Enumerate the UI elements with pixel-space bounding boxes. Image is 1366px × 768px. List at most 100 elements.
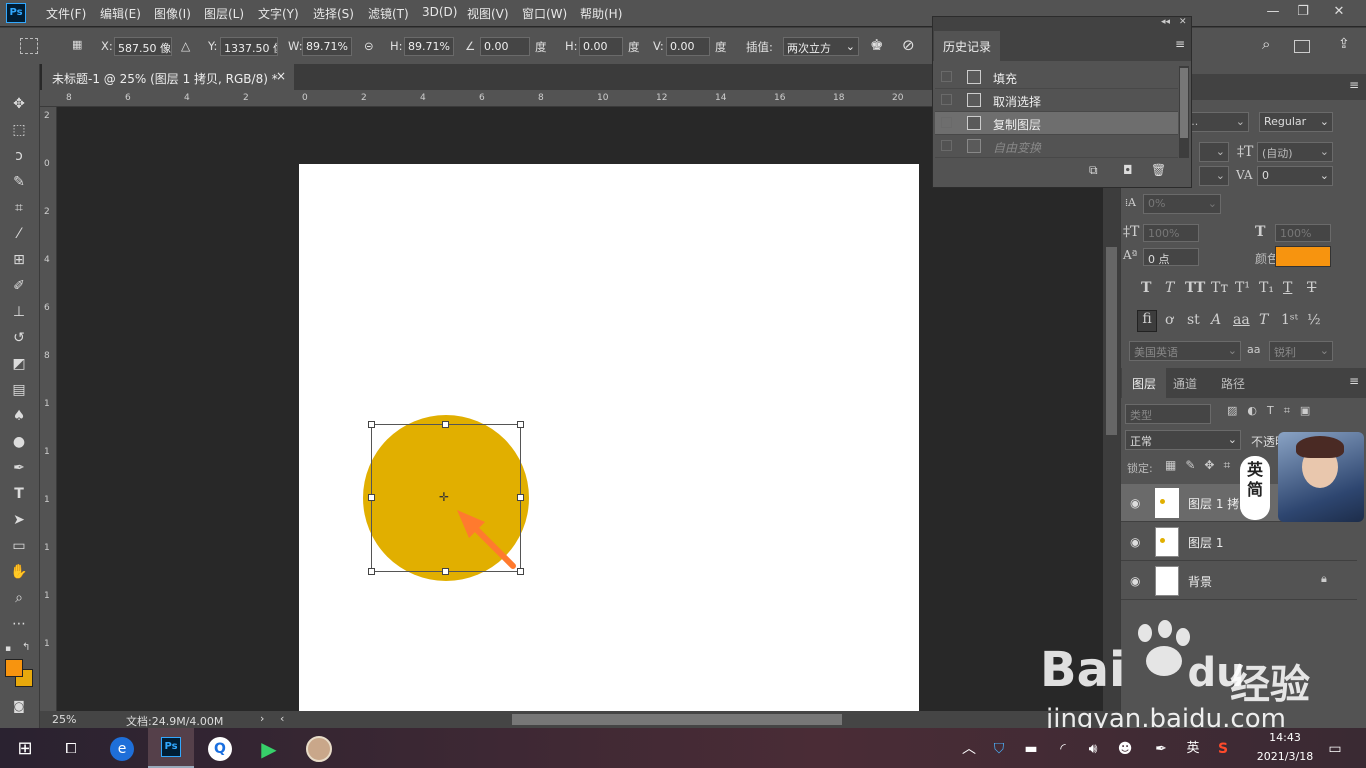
w-input[interactable]: 89.71%: [302, 37, 352, 56]
language-select[interactable]: 美国英语 ⌄: [1129, 341, 1241, 361]
interpolation-select[interactable]: 两次立方 ⌄: [783, 37, 859, 56]
titling-icon[interactable]: aa: [1233, 312, 1250, 328]
lasso-tool-icon[interactable]: ↄ: [8, 146, 30, 166]
reference-point-icon[interactable]: ▦: [72, 38, 90, 54]
history-checkbox[interactable]: [941, 71, 952, 82]
old-style-icon[interactable]: ơ: [1165, 312, 1173, 328]
scroll-left-icon[interactable]: ‹: [280, 712, 284, 725]
crop-tool-icon[interactable]: ⌗: [8, 198, 30, 218]
superscript-icon[interactable]: T¹: [1235, 280, 1250, 296]
clock-time[interactable]: 14:43: [1250, 731, 1320, 744]
marquee-tool-icon[interactable]: ⬚: [8, 120, 30, 140]
all-caps-icon[interactable]: TT: [1185, 280, 1205, 296]
ligatures-icon[interactable]: fi: [1137, 310, 1157, 332]
ornaments-icon[interactable]: T: [1259, 312, 1268, 328]
ordinals-icon[interactable]: 1ˢᵗ: [1281, 312, 1298, 328]
gradient-tool-icon[interactable]: ▤: [8, 380, 30, 400]
leading-select[interactable]: (自动) ⌄: [1257, 142, 1333, 162]
minimize-button[interactable]: —: [1262, 3, 1284, 21]
shape-tool-icon[interactable]: ▭: [8, 536, 30, 556]
tsume-select[interactable]: 0% ⌄: [1143, 194, 1221, 214]
pen-tool-icon[interactable]: ✒: [8, 458, 30, 478]
vertical-scroll-thumb[interactable]: [1106, 247, 1117, 435]
h-input[interactable]: 89.71%: [404, 37, 454, 56]
document-canvas[interactable]: ✛: [299, 164, 919, 711]
blur-tool-icon[interactable]: ♠: [8, 406, 30, 426]
transform-handle[interactable]: [442, 421, 449, 428]
angle-input[interactable]: 0.00: [480, 37, 530, 56]
transform-handle[interactable]: [368, 568, 375, 575]
transform-handle[interactable]: [442, 568, 449, 575]
tab-layers[interactable]: 图层: [1122, 368, 1166, 398]
quick-mask-icon[interactable]: ◙: [8, 696, 30, 716]
kerning-select[interactable]: ⌄: [1199, 166, 1229, 186]
visibility-eye-icon[interactable]: ◉: [1130, 574, 1140, 588]
canvas-area[interactable]: ✛: [57, 107, 1103, 711]
delta-icon[interactable]: △: [181, 39, 190, 53]
menu-edit[interactable]: 编辑(E): [100, 5, 141, 22]
menu-select[interactable]: 选择(S): [313, 5, 354, 22]
collapse-panel-icon[interactable]: ◂◂: [1161, 17, 1170, 27]
stylistic-icon[interactable]: A: [1211, 312, 1221, 328]
history-item-selected[interactable]: 复制图层: [935, 112, 1178, 135]
font-size-select[interactable]: ⌄: [1199, 142, 1229, 162]
subscript-icon[interactable]: T₁: [1259, 280, 1274, 296]
trash-icon[interactable]: 🗑︎: [1151, 163, 1166, 177]
blend-mode-select[interactable]: 正常 ⌄: [1125, 430, 1241, 450]
menu-help[interactable]: 帮助(H): [580, 5, 622, 22]
warp-icon[interactable]: ♚: [870, 36, 883, 54]
task-view-icon[interactable]: ⧠: [58, 736, 84, 762]
lock-icons[interactable]: ▦✎✥⌗: [1165, 458, 1239, 473]
more-tools-icon[interactable]: ⋯: [8, 614, 30, 634]
menu-window[interactable]: 窗口(W): [522, 5, 567, 22]
battery-icon[interactable]: ▬: [1018, 736, 1044, 762]
text-color-swatch[interactable]: [1275, 246, 1331, 267]
transform-handle[interactable]: [517, 494, 524, 501]
menu-filter[interactable]: 滤镜(T): [368, 5, 409, 22]
zoom-level[interactable]: 25%: [52, 713, 76, 726]
history-checkbox[interactable]: [941, 117, 952, 128]
layer-row[interactable]: ◉ 图层 1: [1121, 523, 1357, 561]
layer-filter-icons[interactable]: ▨◐T⌗▣: [1227, 404, 1320, 418]
history-menu-icon[interactable]: ≡: [1175, 37, 1185, 51]
browser-q-icon[interactable]: Q: [208, 737, 232, 761]
user-avatar-icon[interactable]: [306, 736, 332, 762]
menu-view[interactable]: 视图(V): [467, 5, 509, 22]
pen-icon[interactable]: ✒: [1148, 736, 1174, 762]
faux-bold-icon[interactable]: T: [1141, 280, 1151, 296]
horizontal-scroll-thumb[interactable]: [512, 714, 842, 725]
y-input[interactable]: 1337.50 像: [220, 37, 278, 56]
volume-icon[interactable]: 🔊︎: [1080, 736, 1106, 762]
security-shield-icon[interactable]: ⛉: [986, 736, 1012, 762]
ime-indicator[interactable]: 英 简: [1240, 456, 1270, 520]
taskbar-ime[interactable]: 英: [1180, 736, 1206, 762]
zoom-tool-icon[interactable]: ⌕: [8, 588, 30, 608]
visibility-eye-icon[interactable]: ◉: [1130, 535, 1140, 549]
menu-3d[interactable]: 3D(D): [422, 5, 457, 19]
history-brush-tool-icon[interactable]: ↺: [8, 328, 30, 348]
cancel-transform-icon[interactable]: ⊘: [902, 36, 915, 54]
new-document-from-state-icon[interactable]: ⧉: [1089, 163, 1098, 178]
foreground-color-swatch[interactable]: [5, 659, 23, 677]
eraser-tool-icon[interactable]: ◩: [8, 354, 30, 374]
workspace-icon[interactable]: [1294, 40, 1310, 53]
menu-type[interactable]: 文字(Y): [258, 5, 299, 22]
faux-italic-icon[interactable]: T: [1165, 280, 1174, 296]
close-tab-icon[interactable]: ×: [276, 69, 286, 83]
antialias-select[interactable]: 锐利 ⌄: [1269, 341, 1333, 361]
browser-icon[interactable]: e: [110, 737, 134, 761]
status-menu-icon[interactable]: ›: [260, 712, 264, 725]
wifi-icon[interactable]: ◜: [1050, 736, 1076, 762]
photoshop-taskbar-button[interactable]: Ps: [148, 728, 194, 768]
link-icon[interactable]: ⊝: [364, 39, 374, 53]
layer-name[interactable]: 图层 1: [1188, 534, 1223, 551]
strikethrough-icon[interactable]: T: [1307, 280, 1316, 296]
menu-image[interactable]: 图像(I): [154, 5, 191, 22]
tray-expand-icon[interactable]: ︿: [956, 736, 982, 762]
notification-icon[interactable]: ▭: [1322, 736, 1348, 762]
snapshot-camera-icon[interactable]: ◘: [1123, 163, 1133, 177]
menu-layer[interactable]: 图层(L): [204, 5, 244, 22]
transform-handle[interactable]: [368, 494, 375, 501]
quick-select-tool-icon[interactable]: ✎: [8, 172, 30, 192]
fractions-icon[interactable]: ½: [1307, 312, 1321, 328]
